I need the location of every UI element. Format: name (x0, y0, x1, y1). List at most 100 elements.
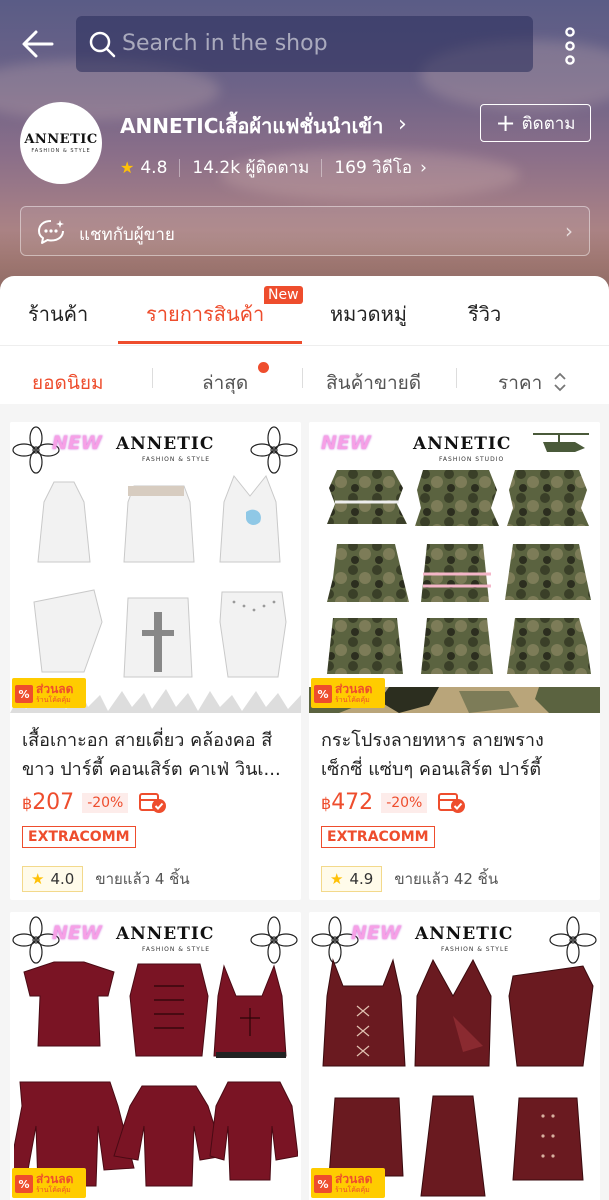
sort-best-selling[interactable]: สินค้าขายดี (326, 368, 421, 398)
active-tab-indicator (118, 341, 302, 344)
product-title[interactable]: กระโปรงลายทหาร ลายพราง เซ็กซี่ แซ่บๆ คอน… (321, 726, 589, 784)
percent-icon: % (15, 1175, 33, 1193)
camo-skirts-illustration (327, 470, 591, 674)
divider (321, 158, 323, 177)
discount-promo-badge: % ส่วนลด ร้านโค้ดคุ้ม (12, 1168, 86, 1198)
white-tops-illustration (33, 475, 287, 678)
tab-shop[interactable]: ร้านค้า (28, 298, 88, 330)
sold-count: ขายแล้ว 42 ชิ้น (394, 870, 499, 888)
product-card[interactable]: NEW ANNETIC FASHION & STYLE % ส่วนลด ร้า… (309, 912, 600, 1200)
percent-icon: % (15, 685, 33, 703)
promo-sublabel: ร้านโค้ดคุ้ม (36, 696, 71, 704)
star-icon: ★ (120, 158, 135, 177)
sort-bar: ยอดนิยม ล่าสุด สินค้าขายดี ราคา (0, 346, 609, 412)
chat-bubble-icon (38, 220, 64, 244)
discount-tag: -20% (82, 792, 129, 813)
product-card[interactable]: NEW ANNETIC FASHION & STYLE % ส่วนลด ร้า… (10, 422, 301, 900)
chat-label: แชทกับผู้ขาย (79, 225, 175, 245)
product-price: ฿207 (22, 790, 75, 815)
product-image[interactable]: NEW ANNETIC FASHION STUDIO % ส่วนลด ร้าน… (309, 422, 600, 713)
shop-logo[interactable]: ANNETIC FASHION & STYLE (20, 102, 102, 184)
divider (302, 368, 303, 388)
percent-icon: % (314, 685, 332, 703)
promo-sublabel: ร้านโค้ดคุ้ม (335, 1186, 370, 1194)
divider (456, 368, 457, 388)
back-arrow-icon (22, 30, 54, 58)
chevron-right-icon[interactable]: › (420, 158, 427, 178)
shop-rating: 4.8 (140, 157, 168, 178)
search-placeholder: Search in the shop (122, 31, 328, 56)
tab-products[interactable]: รายการสินค้า (146, 298, 264, 330)
cod-check-icon (438, 792, 466, 813)
product-card[interactable]: NEW ANNETIC FASHION STUDIO % ส่วนลด ร้าน… (309, 422, 600, 900)
back-button[interactable] (18, 24, 58, 64)
leather-tops-illustration (322, 958, 594, 1197)
sold-count: ขายแล้ว 4 ชิ้น (95, 870, 190, 888)
product-grid: NEW ANNETIC FASHION & STYLE % ส่วนลด ร้า… (0, 412, 609, 1200)
followers-count: 14.2k ผู้ติดตาม (192, 158, 310, 178)
brand-logo: ANNETIC (116, 434, 215, 454)
more-vertical-icon (565, 27, 575, 65)
videos-count[interactable]: 169 วิดีโอ (334, 154, 412, 181)
shop-tabs: ร้านค้า รายการสินค้า New หมวดหมู่ รีวิว (0, 276, 609, 346)
divider (179, 158, 181, 177)
extracomm-badge: EXTRACOMM (22, 826, 136, 848)
product-image[interactable]: NEW ANNETIC FASHION & STYLE % ส่วนลด ร้า… (10, 912, 301, 1200)
tab-reviews[interactable]: รีวิว (468, 298, 501, 330)
plus-icon: + (495, 109, 516, 137)
new-tag: NEW (52, 922, 102, 944)
chevron-right-icon[interactable]: › (398, 112, 407, 137)
search-icon (89, 31, 116, 58)
follow-label: ติดตาม (521, 113, 576, 134)
extracomm-badge: EXTRACOMM (321, 826, 435, 848)
brand-logo: ANNETIC (116, 924, 215, 944)
shop-search-input[interactable]: Search in the shop (76, 16, 533, 72)
price-row: ฿207 -20% (22, 790, 168, 815)
discount-promo-badge: % ส่วนลด ร้านโค้ดคุ้ม (311, 1168, 385, 1198)
star-icon: ★ (330, 870, 344, 888)
burgundy-tops-illustration (14, 961, 298, 1187)
sort-price[interactable]: ราคา (498, 368, 542, 398)
notification-dot (258, 362, 269, 373)
sort-arrows-icon[interactable] (552, 372, 568, 392)
discount-tag: -20% (381, 792, 428, 813)
product-image[interactable]: NEW ANNETIC FASHION & STYLE % ส่วนลด ร้า… (309, 912, 600, 1200)
shop-info: ANNETIC FASHION & STYLE ANNETICเสื้อผ้าแ… (20, 102, 591, 184)
product-title[interactable]: เสื้อเกาะอก สายเดี่ยว คล้องคอ สีขาว ปาร์… (22, 726, 290, 784)
chat-with-seller-button[interactable]: แชทกับผู้ขาย › (20, 206, 590, 256)
shop-stats: ★ 4.8 14.2k ผู้ติดตาม 169 วิดีโอ › (120, 154, 427, 181)
sort-latest[interactable]: ล่าสุด (202, 368, 248, 398)
brand-subtext: FASHION STUDIO (439, 456, 505, 463)
tab-categories[interactable]: หมวดหมู่ (330, 298, 407, 330)
logo-subtext: FASHION & STYLE (31, 148, 91, 154)
new-tag: NEW (52, 432, 102, 454)
star-icon: ★ (31, 870, 45, 888)
divider (152, 368, 153, 388)
product-price: ฿472 (321, 790, 374, 815)
percent-icon: % (314, 1175, 332, 1193)
cod-check-icon (139, 792, 167, 813)
product-image[interactable]: NEW ANNETIC FASHION & STYLE % ส่วนลด ร้า… (10, 422, 301, 713)
product-card[interactable]: NEW ANNETIC FASHION & STYLE % ส่วนลด ร้า… (10, 912, 301, 1200)
brand-subtext: FASHION & STYLE (441, 946, 510, 953)
new-badge: New (264, 286, 303, 304)
rating-badge: ★ 4.0 (22, 866, 84, 892)
more-options-button[interactable] (556, 26, 584, 66)
shop-name[interactable]: ANNETICเสื้อผ้าแฟชั่นนำเข้า (120, 110, 383, 142)
brand-subtext: FASHION & STYLE (142, 946, 211, 953)
rating-badge: ★ 4.9 (321, 866, 383, 892)
top-bar: Search in the shop (0, 14, 609, 74)
helicopter-decoration-icon (533, 433, 589, 452)
new-tag: NEW (321, 432, 371, 454)
flower-decoration-icon (250, 426, 298, 474)
brand-logo: ANNETIC (415, 924, 514, 944)
rating-row: ★ 4.0 ขายแล้ว 4 ชิ้น (22, 866, 190, 892)
new-tag: NEW (351, 922, 401, 944)
chevron-right-icon: › (565, 219, 573, 243)
promo-sublabel: ร้านโค้ดคุ้ม (335, 696, 370, 704)
follow-button[interactable]: + ติดตาม (480, 104, 591, 142)
brand-subtext: FASHION & STYLE (142, 456, 211, 463)
sort-popular[interactable]: ยอดนิยม (32, 368, 104, 398)
logo-text: ANNETIC (24, 132, 98, 147)
rating-row: ★ 4.9 ขายแล้ว 42 ชิ้น (321, 866, 498, 892)
